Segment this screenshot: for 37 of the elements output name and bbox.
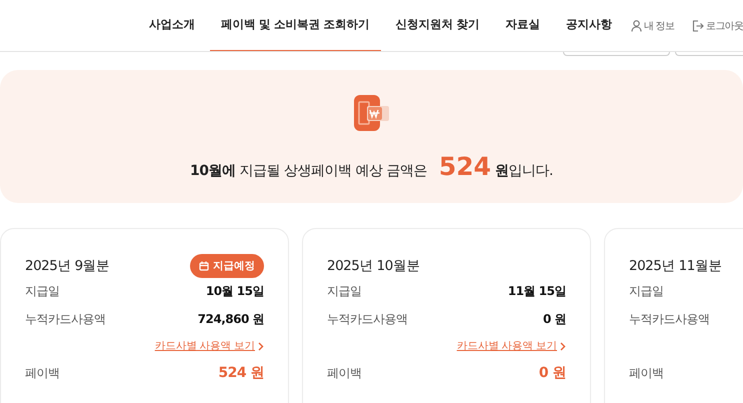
status-badge: 지급예정 — [190, 254, 264, 278]
field-label: 지급일 — [25, 282, 60, 300]
nav-tab[interactable]: 공지사항 — [555, 0, 624, 51]
field-label: 지급일 — [327, 282, 362, 300]
profile-link[interactable]: 내 정보 — [644, 18, 674, 32]
nav-tab[interactable]: 자료실 — [494, 0, 552, 51]
nav-tab[interactable]: 페이백 및 소비복권 조회하기 — [210, 0, 381, 51]
payback-value: 0 원 — [538, 364, 566, 382]
field-label: 페이백 — [629, 364, 664, 382]
card-title: 2025년 10월분 — [327, 257, 420, 275]
field-label: 지급일 — [629, 282, 664, 300]
wallet-icon — [352, 94, 390, 132]
payback-value: 524 원 — [218, 364, 264, 382]
usage-amount: 0 원 — [542, 310, 566, 328]
field-label: 누적카드사용액 — [327, 310, 408, 328]
field-label: 누적카드사용액 — [629, 310, 710, 328]
field-label: 페이백 — [327, 364, 362, 382]
banner-unit: 원입니다. — [495, 162, 553, 180]
outlined-button[interactable] — [675, 52, 743, 56]
field-label: 누적카드사용액 — [25, 310, 106, 328]
card-title: 2025년 9월분 — [25, 257, 110, 275]
outlined-button[interactable] — [563, 52, 670, 56]
chevron-right-icon — [258, 342, 264, 350]
payback-amount: 524 — [438, 152, 492, 181]
nav-tab[interactable]: 사업소개 — [138, 0, 206, 51]
card-title: 2025년 11월분 — [629, 257, 722, 275]
calendar-icon — [199, 261, 209, 271]
pay-date: 11월 15일 — [508, 282, 566, 300]
logout-link[interactable]: 로그아웃 — [706, 18, 743, 32]
user-icon — [631, 20, 642, 32]
field-label: 페이백 — [25, 364, 60, 382]
nav-tab[interactable]: 신청지원처 찾기 — [384, 0, 491, 51]
logout-icon — [692, 20, 704, 32]
usage-amount: 724,860 원 — [198, 310, 264, 328]
banner-message: 10월에 지급될 상생페이백 예상 금액은 — [190, 162, 427, 180]
pay-date: 10월 15일 — [206, 282, 264, 300]
chevron-right-icon — [560, 342, 566, 350]
